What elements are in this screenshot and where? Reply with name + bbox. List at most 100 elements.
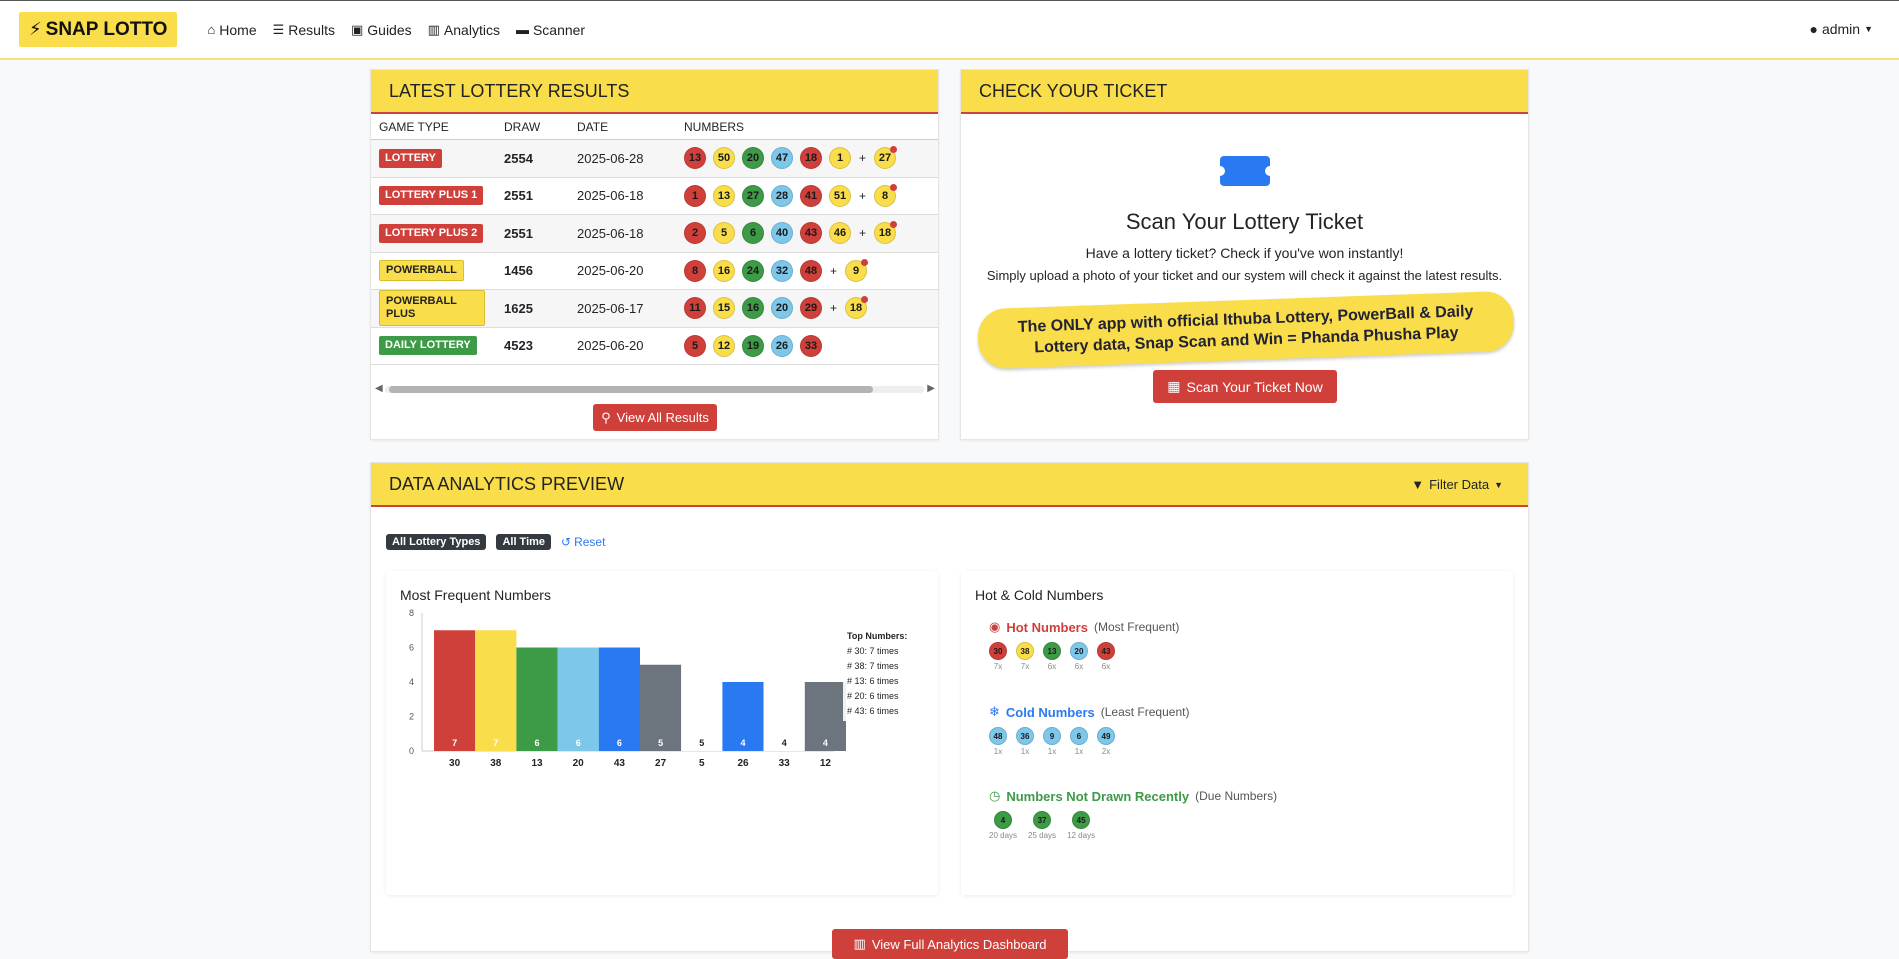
tooltip-line: # 43: 6 times xyxy=(847,706,899,716)
number-ball: 46 xyxy=(829,222,851,245)
bar-data-label: 6 xyxy=(576,738,581,748)
user-icon: ● xyxy=(1809,21,1818,37)
dashboard-button-label: View Full Analytics Dashboard xyxy=(871,936,1047,952)
chart-tooltip: Top Numbers: # 30: 7 times # 38: 7 times… xyxy=(843,627,912,721)
draw-cell: 1456 xyxy=(504,263,533,279)
nav-analytics[interactable]: ▥ Analytics xyxy=(428,22,500,38)
draw-cell: 2551 xyxy=(504,188,533,204)
plus-sign: + xyxy=(859,151,867,166)
chip-lottery-types[interactable]: All Lottery Types xyxy=(386,534,487,550)
analytics-title-text: DATA ANALYTICS PREVIEW xyxy=(389,473,625,494)
draw-cell: 2551 xyxy=(504,225,533,241)
filter-icon: ▼ xyxy=(1411,477,1425,492)
x-tick-label: 12 xyxy=(820,758,832,769)
number-ball: 50 xyxy=(713,147,735,170)
scroll-right-icon[interactable]: ▶ xyxy=(927,383,935,394)
view-all-results-label: View All Results xyxy=(616,410,709,425)
hot-balls: 30 7x 38 7x 13 6x 20 6x 43 6x xyxy=(989,642,1179,671)
filter-data-dropdown[interactable]: ▼ Filter Data ▼ xyxy=(1411,477,1503,492)
nav-guides[interactable]: ▣ Guides xyxy=(351,22,412,38)
user-name: admin xyxy=(1821,21,1861,37)
x-tick-label: 5 xyxy=(699,758,705,769)
stat-ball: 48 1x xyxy=(989,727,1007,756)
bar-data-label: 6 xyxy=(534,738,539,748)
stat-ball: 30 7x xyxy=(989,642,1007,671)
brand-logo[interactable]: ⚡ SNAP LOTTO xyxy=(19,12,178,47)
scan-ticket-button[interactable]: ▦ Scan Your Ticket Now xyxy=(1153,370,1337,403)
number-ball: 49 xyxy=(1097,727,1115,745)
stat-count: 25 days xyxy=(1028,831,1057,840)
nav-results[interactable]: ☰ Results xyxy=(273,22,335,38)
cold-balls: 48 1x 36 1x 9 1x 6 1x 49 2x xyxy=(989,727,1189,756)
cold-sub: (Least Frequent) xyxy=(1100,705,1190,719)
user-menu[interactable]: ● admin ▼ xyxy=(1809,21,1873,37)
number-ball: 1 xyxy=(829,147,851,170)
chip-time-range[interactable]: All Time xyxy=(496,534,552,550)
game-type-cell: LOTTERY PLUS 1 xyxy=(379,186,504,206)
fire-icon: ◉ xyxy=(989,619,1001,634)
number-ball: 26 xyxy=(771,334,793,357)
bonus-ball: 27 xyxy=(874,146,898,170)
number-ball: 19 xyxy=(742,334,764,357)
game-type-badge: LOTTERY PLUS 1 xyxy=(379,186,484,206)
number-ball: 15 xyxy=(713,297,735,320)
due-sub: (Due Numbers) xyxy=(1195,789,1278,803)
number-ball: 36 xyxy=(1016,727,1034,745)
bar-data-label: 6 xyxy=(617,738,622,748)
stat-count: 6x xyxy=(1047,662,1057,671)
x-tick-label: 30 xyxy=(449,758,461,769)
scroll-thumb[interactable] xyxy=(389,386,873,393)
plus-sign: + xyxy=(859,188,867,203)
number-ball: 6 xyxy=(1070,727,1088,745)
horizontal-scrollbar[interactable]: ◀ ▶ xyxy=(371,382,938,396)
game-type-badge: DAILY LOTTERY xyxy=(379,336,477,356)
x-tick-label: 20 xyxy=(573,758,585,769)
reset-link[interactable]: ↺ Reset xyxy=(561,535,605,549)
number-ball: 43 xyxy=(1097,642,1115,660)
tooltip-line: # 30: 7 times xyxy=(847,646,899,656)
check-ticket-title: CHECK YOUR TICKET xyxy=(961,70,1528,114)
chart-icon: ▥ xyxy=(853,936,866,951)
latest-results-title: LATEST LOTTERY RESULTS xyxy=(371,70,938,114)
most-frequent-panel: Most Frequent Numbers 0 2 4 6 8 7 30 7 38 6 13 6 20 6… xyxy=(386,571,938,895)
results-row: DAILY LOTTERY 4523 2025-06-20 5 12 19 26 33 xyxy=(371,328,938,365)
stat-ball: 20 6x xyxy=(1070,642,1088,671)
number-ball: 24 xyxy=(742,259,764,282)
results-table-body: LOTTERY 2554 2025-06-28 13 50 20 47 18 1 +27 LOTTE… xyxy=(371,140,938,365)
due-label: Numbers Not Drawn Recently xyxy=(1006,788,1190,804)
bar-data-label: 7 xyxy=(493,738,498,748)
filter-data-label: Filter Data xyxy=(1429,477,1490,492)
number-ball: 48 xyxy=(800,259,822,282)
bar-data-label: 5 xyxy=(699,738,704,748)
stat-count: 6x xyxy=(1101,662,1111,671)
number-ball: 2 xyxy=(684,222,706,245)
hot-numbers-section: ◉ Hot Numbers (Most Frequent) 30 7x 38 7x 13 6x… xyxy=(989,619,1179,671)
numbers-cell: 8 16 24 32 48 +9 xyxy=(684,258,869,282)
stat-count: 6x xyxy=(1074,662,1084,671)
nav-scanner[interactable]: ▬ Scanner xyxy=(516,22,585,38)
nav-home[interactable]: ⌂ Home xyxy=(207,22,256,38)
book-icon: ▣ xyxy=(350,21,364,37)
bar-data-label: 4 xyxy=(740,738,745,748)
game-type-badge: POWERBALL xyxy=(379,260,464,282)
list-icon: ☰ xyxy=(272,21,285,37)
view-analytics-dashboard-button[interactable]: ▥ View Full Analytics Dashboard xyxy=(832,929,1068,959)
number-ball: 20 xyxy=(742,147,764,170)
game-type-cell: LOTTERY PLUS 2 xyxy=(379,223,504,243)
nav-analytics-label: Analytics xyxy=(443,21,500,38)
bar-data-label: 4 xyxy=(782,738,787,748)
date-cell: 2025-06-18 xyxy=(577,225,644,241)
view-all-results-button[interactable]: ⚲ View All Results xyxy=(593,404,717,431)
nav-results-label: Results xyxy=(288,21,335,38)
number-ball: 5 xyxy=(684,334,706,357)
number-ball: 6 xyxy=(742,222,764,245)
stat-count: 7x xyxy=(1020,662,1030,671)
number-ball: 8 xyxy=(684,259,706,282)
caret-down-icon: ▼ xyxy=(1494,479,1503,490)
plus-sign: + xyxy=(830,263,838,278)
game-type-cell: POWERBALL PLUS xyxy=(379,290,504,327)
scroll-left-icon[interactable]: ◀ xyxy=(375,383,383,394)
bonus-ball: 18 xyxy=(845,296,869,320)
number-ball: 33 xyxy=(800,334,822,357)
reset-icon: ↺ xyxy=(561,535,572,549)
